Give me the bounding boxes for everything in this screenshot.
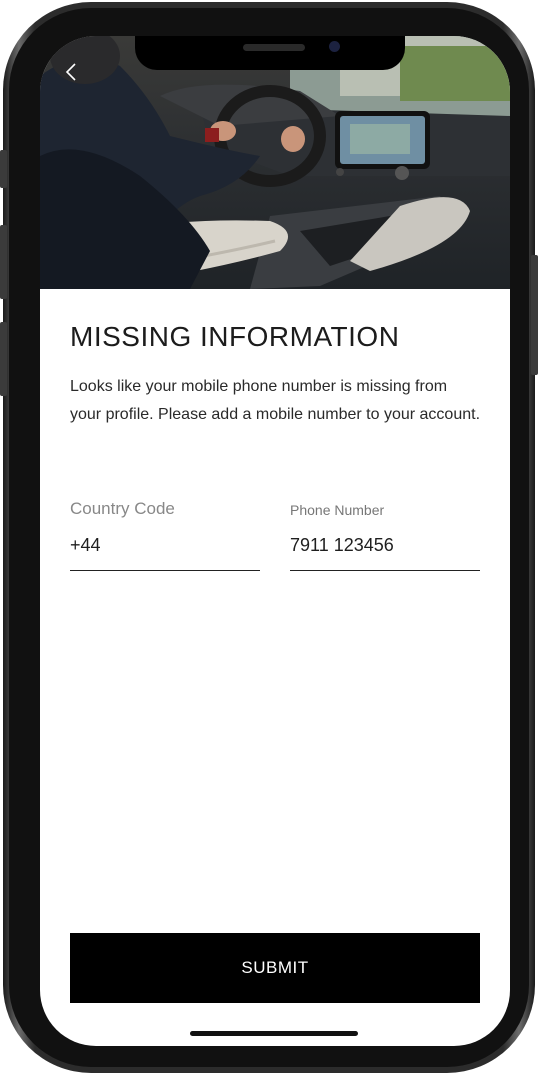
- country-code-label: Country Code: [70, 499, 175, 518]
- home-indicator[interactable]: [190, 1031, 358, 1036]
- app-screen: MISSING INFORMATION Looks like your mobi…: [40, 36, 510, 1046]
- page-title: MISSING INFORMATION: [70, 321, 400, 352]
- car-interior-illustration: [40, 36, 510, 289]
- volume-up-button: [0, 225, 7, 299]
- power-button: [531, 255, 538, 375]
- country-code-field[interactable]: Country Code +44: [70, 499, 260, 571]
- country-code-input[interactable]: +44: [70, 535, 101, 556]
- phone-number-field[interactable]: Phone Number 7911 123456: [290, 499, 480, 571]
- submit-button[interactable]: SUBMIT: [70, 933, 480, 1003]
- device-notch: [135, 36, 405, 70]
- chevron-left-icon[interactable]: [60, 60, 84, 84]
- phone-number-underline: [290, 570, 480, 571]
- phone-form: Country Code +44 Phone Number 7911 12345…: [70, 499, 480, 579]
- main-content: MISSING INFORMATION Looks like your mobi…: [70, 289, 481, 571]
- hero-image: [40, 36, 510, 289]
- speaker-grille: [243, 44, 305, 51]
- page-description: Looks like your mobile phone number is m…: [70, 378, 481, 423]
- phone-number-input[interactable]: 7911 123456: [290, 535, 394, 556]
- country-code-underline: [70, 570, 260, 571]
- phone-number-label: Phone Number: [290, 502, 385, 518]
- volume-down-button: [0, 322, 7, 396]
- front-camera: [329, 41, 340, 52]
- silent-switch: [0, 150, 7, 188]
